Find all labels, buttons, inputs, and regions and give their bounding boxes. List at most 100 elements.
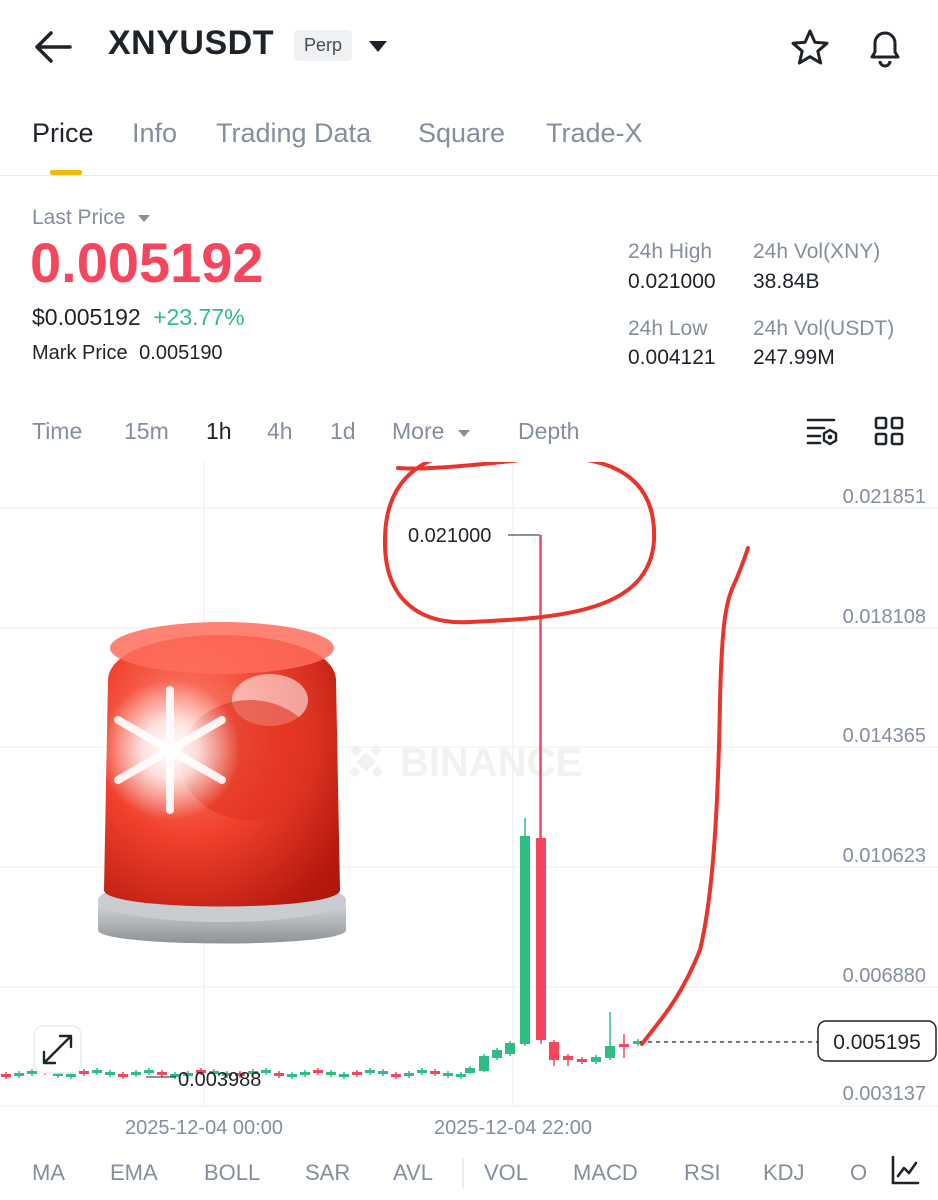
- candle-body: [417, 1070, 427, 1073]
- high-price-label: 0.021000: [408, 525, 491, 547]
- candle-body: [118, 1074, 128, 1077]
- tab-info[interactable]: Info: [132, 118, 177, 149]
- tab-trading-data[interactable]: Trading Data: [216, 118, 371, 149]
- current-price-value: 0.005195: [833, 1031, 921, 1054]
- indicator-avl[interactable]: AVL: [393, 1160, 433, 1186]
- y-tick-label: 0.014365: [843, 725, 926, 747]
- candle-body: [391, 1074, 401, 1077]
- candle-body: [456, 1074, 466, 1077]
- stat-24h-vol-usdt-label: 24h Vol(USDT): [753, 317, 895, 340]
- interval-15m[interactable]: 15m: [124, 418, 169, 445]
- binance-watermark: BINANCE: [349, 741, 582, 785]
- caret-down-icon: [138, 215, 151, 222]
- stat-24h-low-label: 24h Low: [628, 317, 708, 340]
- stat-24h-high-label: 24h High: [628, 240, 713, 263]
- y-tick-label: 0.018108: [843, 606, 926, 628]
- back-arrow-icon[interactable]: [34, 30, 72, 69]
- candle-body: [66, 1074, 76, 1077]
- interval-1d[interactable]: 1d: [330, 418, 356, 445]
- y-tick-label: 0.003137: [843, 1083, 926, 1105]
- x-tick-label: 2025-12-04 00:00: [125, 1117, 283, 1139]
- indicator-macd[interactable]: MACD: [573, 1160, 638, 1186]
- layout-grid-icon[interactable]: [874, 416, 904, 451]
- interval-depth[interactable]: Depth: [518, 418, 579, 445]
- stat-24h-high: 0.021000: [628, 270, 716, 293]
- candle-body: [505, 1043, 515, 1054]
- indicator-boll[interactable]: BOLL: [204, 1160, 260, 1186]
- candle-body: [591, 1057, 601, 1062]
- candle-body: [577, 1059, 587, 1062]
- indicator-vol[interactable]: VOL: [484, 1160, 528, 1186]
- candle-body: [326, 1072, 336, 1075]
- bell-icon[interactable]: [864, 26, 906, 73]
- candle-body: [79, 1071, 89, 1074]
- candle-body: [378, 1071, 388, 1074]
- candlestick-chart[interactable]: BINANCE 0.021851 0.018108 0.014365 0.010…: [0, 462, 938, 1142]
- interval-time[interactable]: Time: [32, 418, 82, 445]
- candle-body: [549, 1042, 559, 1060]
- candle-body: [300, 1072, 310, 1075]
- candle-body: [27, 1071, 37, 1074]
- candle-body: [144, 1070, 154, 1073]
- tabs-divider: [0, 175, 938, 176]
- candle-body: [339, 1074, 349, 1077]
- candle-body: [465, 1068, 475, 1073]
- y-tick-label: 0.010623: [843, 845, 926, 867]
- indicator-rsi[interactable]: RSI: [684, 1160, 721, 1186]
- indicator-chart-icon[interactable]: [884, 1150, 926, 1195]
- candle-body: [605, 1046, 615, 1058]
- interval-4h[interactable]: 4h: [267, 418, 293, 445]
- candle-body: [287, 1074, 297, 1077]
- last-price-label[interactable]: Last Price: [32, 206, 151, 230]
- mark-price-value: 0.005190: [139, 342, 223, 364]
- indicator-more[interactable]: O: [850, 1160, 867, 1186]
- stat-24h-low: 0.004121: [628, 346, 716, 369]
- stat-24h-vol-xny-label: 24h Vol(XNY): [753, 240, 881, 263]
- candle-body: [404, 1073, 414, 1076]
- interval-1h[interactable]: 1h: [206, 418, 232, 445]
- y-tick-label: 0.006880: [843, 965, 926, 987]
- svg-text:BINANCE: BINANCE: [400, 741, 582, 785]
- candle-body: [365, 1070, 375, 1073]
- candle-body: [14, 1073, 24, 1076]
- candle-body: [157, 1072, 167, 1075]
- candle-body: [520, 836, 530, 1044]
- tab-square[interactable]: Square: [418, 118, 505, 149]
- caret-down-icon[interactable]: [368, 40, 388, 59]
- indicator-sar[interactable]: SAR: [305, 1160, 350, 1186]
- candle-body: [619, 1044, 629, 1047]
- chart-settings-icon[interactable]: [806, 416, 840, 451]
- usd-price: $0.005192: [32, 304, 141, 330]
- tab-price[interactable]: Price: [32, 118, 94, 149]
- tab-trade-x[interactable]: Trade-X: [546, 118, 643, 149]
- stat-24h-vol-xny: 38.84B: [753, 270, 820, 293]
- mark-price-row: Mark Price 0.005190: [32, 342, 223, 365]
- candle-body: [536, 838, 546, 1040]
- symbol-title[interactable]: XNYUSDT: [108, 24, 274, 63]
- candle-body: [352, 1072, 362, 1075]
- last-price-value: 0.005192: [30, 231, 264, 294]
- indicator-ema[interactable]: EMA: [110, 1160, 158, 1186]
- candle-body: [443, 1073, 453, 1076]
- low-price-label: 0.003988: [178, 1069, 261, 1091]
- y-tick-label: 0.021851: [843, 486, 926, 508]
- candle-body: [274, 1073, 284, 1076]
- annotation-arrow-line: [640, 546, 750, 1046]
- siren-emoji: [98, 622, 346, 944]
- perp-badge: Perp: [294, 30, 353, 61]
- expand-chart-button[interactable]: [33, 1025, 82, 1074]
- stat-24h-vol-usdt: 247.99M: [753, 346, 835, 369]
- candle-body: [313, 1070, 323, 1073]
- indicator-kdj[interactable]: KDJ: [763, 1160, 805, 1186]
- indicator-ma[interactable]: MA: [32, 1160, 65, 1186]
- price-change: +23.77%: [153, 304, 245, 330]
- candle-body: [563, 1056, 573, 1060]
- candle-body: [261, 1070, 271, 1073]
- candle-body: [131, 1072, 141, 1075]
- star-icon[interactable]: [790, 28, 830, 73]
- candle-body: [430, 1071, 440, 1074]
- indicator-divider: [462, 1158, 464, 1188]
- interval-more[interactable]: More: [392, 418, 471, 445]
- candle-body: [479, 1056, 489, 1071]
- x-tick-label: 2025-12-04 22:00: [434, 1117, 592, 1139]
